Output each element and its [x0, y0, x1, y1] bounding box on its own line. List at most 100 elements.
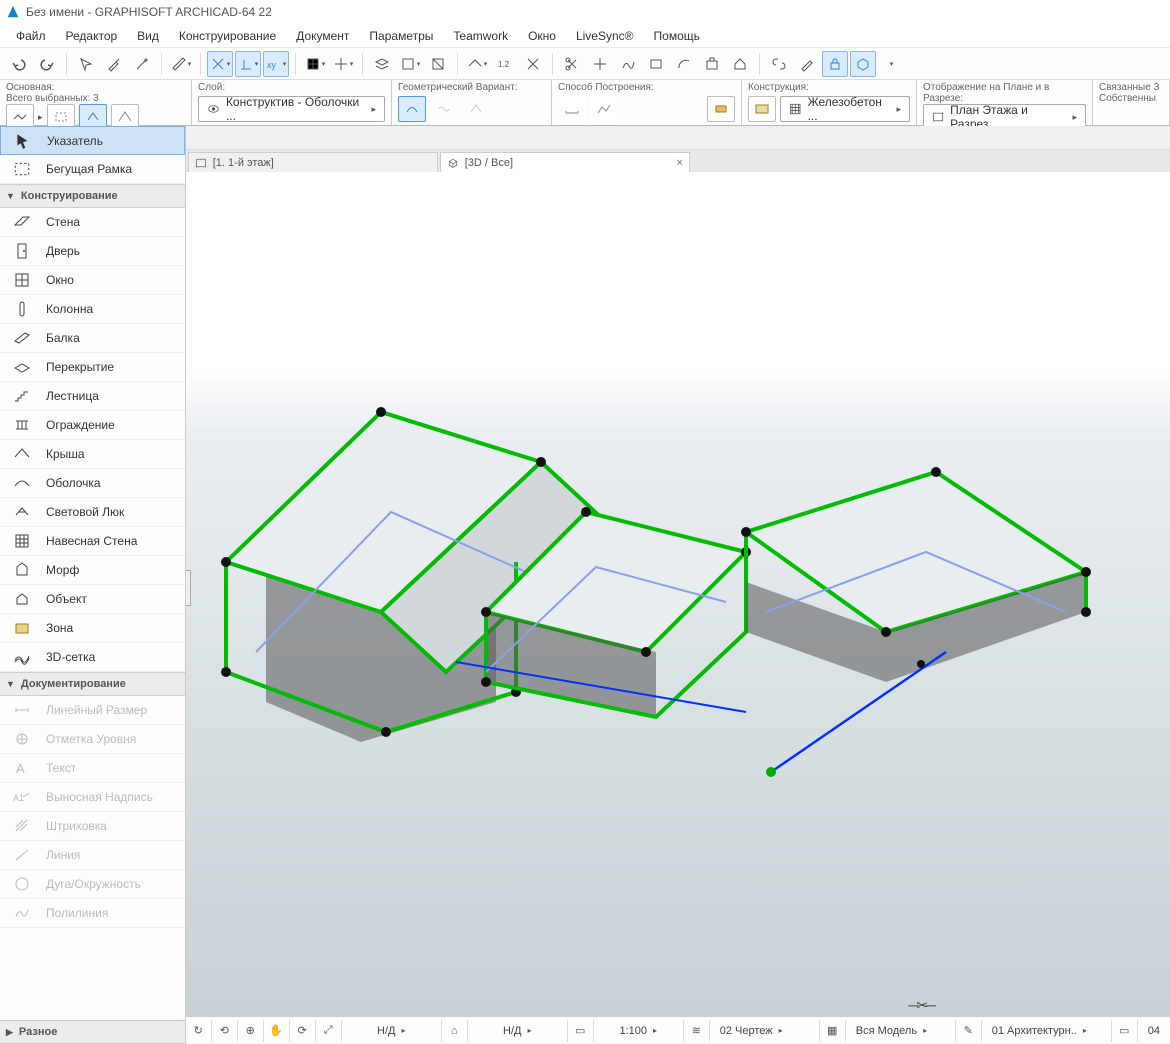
tool-hatch[interactable]: Штриховка: [0, 812, 185, 841]
section-icon[interactable]: [425, 51, 451, 77]
ruler-dropdown[interactable]: [168, 51, 194, 77]
sb-model[interactable]: Вся Модель▸: [846, 1020, 956, 1042]
tool-dimension[interactable]: Линейный Размер: [0, 696, 185, 725]
path-icon[interactable]: [615, 51, 641, 77]
sb-pen-icon[interactable]: ✎: [956, 1020, 982, 1042]
sb-zoom-icon[interactable]: ⊕: [238, 1020, 264, 1042]
sb-nd1[interactable]: Н/Д▸: [342, 1020, 442, 1042]
menu-options[interactable]: Параметры: [361, 26, 441, 46]
section-dropdown[interactable]: [397, 51, 423, 77]
geom-2-icon[interactable]: [430, 96, 458, 122]
tool-object[interactable]: Объект: [0, 585, 185, 614]
tool-column[interactable]: Колонна: [0, 295, 185, 324]
sb-last[interactable]: 04: [1138, 1020, 1170, 1042]
arc-icon[interactable]: [671, 51, 697, 77]
move-icon[interactable]: [587, 51, 613, 77]
snap-x-dropdown[interactable]: [207, 51, 233, 77]
tool-window[interactable]: Окно: [0, 266, 185, 295]
tab-3d[interactable]: [3D / Все] ×: [440, 152, 690, 172]
rect-icon[interactable]: [643, 51, 669, 77]
box-select-icon[interactable]: [850, 51, 876, 77]
material-dropdown[interactable]: Железобетон ... ▸: [780, 96, 910, 122]
material-1-icon[interactable]: [748, 96, 776, 122]
geom-3-icon[interactable]: [462, 96, 490, 122]
group-doc[interactable]: ▼Документирование: [0, 672, 185, 696]
snap-perp-dropdown[interactable]: [235, 51, 261, 77]
tool-door[interactable]: Дверь: [0, 237, 185, 266]
tool-morph[interactable]: Морф: [0, 556, 185, 585]
axes-icon[interactable]: [520, 51, 546, 77]
magic-wand-icon[interactable]: [129, 51, 155, 77]
tool-pline[interactable]: Полилиния: [0, 899, 185, 928]
snap-xy-dropdown[interactable]: xy: [263, 51, 289, 77]
tool-mesh[interactable]: 3D-сетка: [0, 643, 185, 672]
sb-draw[interactable]: 02 Чертеж▸: [710, 1020, 820, 1042]
tab-floorplan[interactable]: [1. 1-й этаж]: [188, 152, 438, 172]
tool-shell[interactable]: Оболочка: [0, 469, 185, 498]
sb-orbit-icon[interactable]: ⟳: [290, 1020, 316, 1042]
menu-teamwork[interactable]: Teamwork: [445, 26, 516, 46]
constr-mode-icon[interactable]: [707, 96, 735, 122]
geom-1-icon[interactable]: [398, 96, 426, 122]
tool-line[interactable]: Линия: [0, 841, 185, 870]
group-design[interactable]: ▼Конструирование: [0, 184, 185, 208]
sb-layers-icon[interactable]: ≋: [684, 1020, 710, 1042]
home-icon[interactable]: [727, 51, 753, 77]
tool-stair[interactable]: Лестница: [0, 382, 185, 411]
menu-document[interactable]: Документ: [288, 26, 357, 46]
undo-button[interactable]: [6, 51, 32, 77]
tool-marquee[interactable]: Бегущая Рамка: [0, 155, 185, 184]
tool-beam[interactable]: Балка: [0, 324, 185, 353]
link-icon[interactable]: [766, 51, 792, 77]
edit-icon[interactable]: [794, 51, 820, 77]
3d-viewport[interactable]: ⟨ z y x: [186, 172, 1170, 1016]
sb-refresh-icon[interactable]: ↻: [186, 1020, 212, 1042]
sb-camera-icon[interactable]: ⌂: [442, 1020, 468, 1042]
sb-arch[interactable]: 01 Архитектурн..▸: [982, 1020, 1112, 1042]
menu-file[interactable]: Файл: [8, 26, 54, 46]
menu-editor[interactable]: Редактор: [58, 26, 126, 46]
sb-rewind-icon[interactable]: ⟲: [212, 1020, 238, 1042]
tool-wall[interactable]: Стена: [0, 208, 185, 237]
lock-edit-icon[interactable]: [822, 51, 848, 77]
menu-help[interactable]: Помощь: [646, 26, 708, 46]
tool-label[interactable]: A1Выносная Надпись: [0, 783, 185, 812]
constr-2-icon[interactable]: [590, 96, 618, 122]
eyedropper-icon[interactable]: [101, 51, 127, 77]
tool-arc[interactable]: Дуга/Окружность: [0, 870, 185, 899]
tool-text[interactable]: AТекст: [0, 754, 185, 783]
sb-fit-icon[interactable]: ⤢: [316, 1020, 342, 1042]
room-icon[interactable]: [699, 51, 725, 77]
sb-nd2[interactable]: Н/Д▸: [468, 1020, 568, 1042]
tool-railing[interactable]: Ограждение: [0, 411, 185, 440]
sb-scale-icon[interactable]: ▭: [568, 1020, 594, 1042]
dimension-12-icon[interactable]: 1.2: [492, 51, 518, 77]
constr-1-icon[interactable]: [558, 96, 586, 122]
tool-slab[interactable]: Перекрытие: [0, 353, 185, 382]
tool-pointer[interactable]: Указатель: [0, 126, 185, 155]
tool-level[interactable]: Отметка Уровня: [0, 725, 185, 754]
menu-window[interactable]: Окно: [520, 26, 564, 46]
sb-model-icon[interactable]: ▦: [820, 1020, 846, 1042]
group-misc[interactable]: ▶Разное: [0, 1020, 185, 1044]
menu-design[interactable]: Конструирование: [171, 26, 284, 46]
sb-last-icon[interactable]: ▭: [1112, 1020, 1138, 1042]
tab-close-icon[interactable]: ×: [676, 157, 682, 169]
tool-skylight[interactable]: Световой Люк: [0, 498, 185, 527]
tool-roof[interactable]: Крыша: [0, 440, 185, 469]
menu-livesync[interactable]: LiveSync®: [568, 26, 642, 46]
pick-button[interactable]: [73, 51, 99, 77]
more-dropdown[interactable]: [878, 51, 904, 77]
layers-icon[interactable]: [369, 51, 395, 77]
grid-dropdown[interactable]: [302, 51, 328, 77]
menu-view[interactable]: Вид: [129, 26, 167, 46]
wall-tool-dropdown[interactable]: [464, 51, 490, 77]
sb-scale[interactable]: 1:100▸: [594, 1020, 684, 1042]
cut-icon[interactable]: [559, 51, 585, 77]
sb-hand-icon[interactable]: ✋: [264, 1020, 290, 1042]
layer-dropdown[interactable]: Конструктив - Оболочки ... ▸: [198, 96, 385, 122]
grid-origin-dropdown[interactable]: [330, 51, 356, 77]
tool-curtainwall[interactable]: Навесная Стена: [0, 527, 185, 556]
redo-button[interactable]: [34, 51, 60, 77]
tool-zone[interactable]: Зона: [0, 614, 185, 643]
